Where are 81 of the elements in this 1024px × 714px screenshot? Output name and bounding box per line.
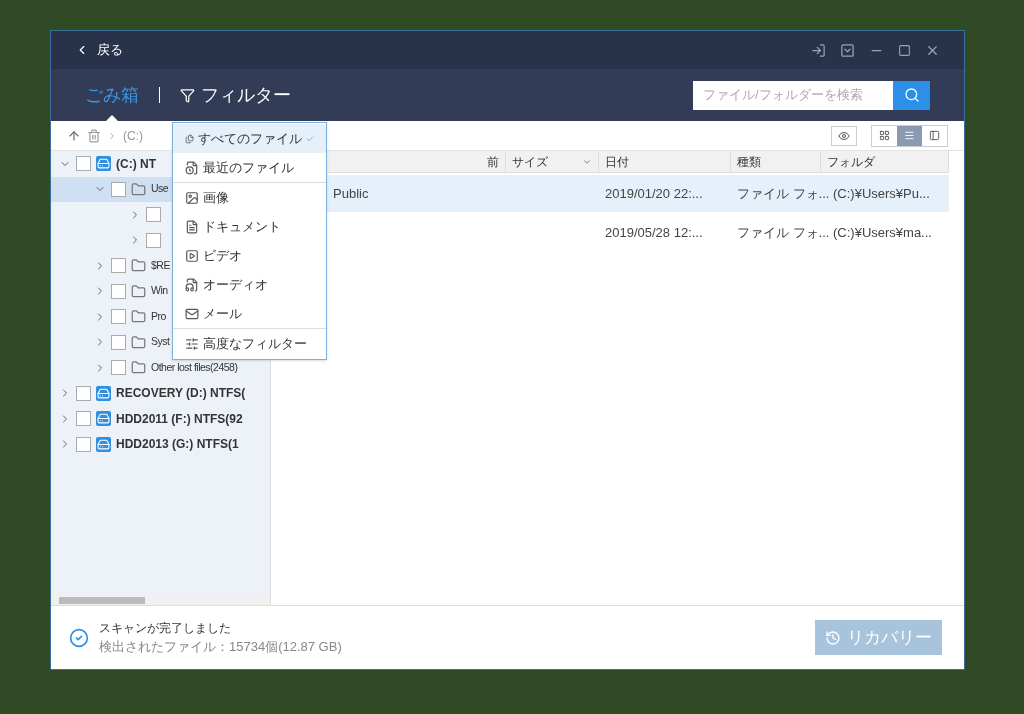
- checkbox[interactable]: [111, 181, 126, 197]
- status-title: スキャンが完了しました: [99, 619, 232, 637]
- status-detail: 検出されたファイル：15734個(12.87 GB): [99, 637, 342, 656]
- drive-label: HDD2011 (F:) NTFS(92: [116, 410, 243, 428]
- table-cell: Public: [333, 185, 369, 201]
- menu-item-icon: [185, 190, 199, 205]
- checkbox[interactable]: [146, 207, 161, 223]
- drive-icon: [96, 385, 111, 401]
- folder-label: Pro: [151, 308, 166, 324]
- menu-item[interactable]: 高度なフィルター: [173, 329, 326, 358]
- table-cell: ファイル フォ...: [737, 185, 830, 201]
- drive-label: HDD2013 (G:) NTFS(1: [116, 436, 239, 454]
- column-header[interactable]: サイズ: [506, 151, 599, 172]
- table-cell: (C:)¥Users¥ma...: [833, 224, 932, 240]
- checkbox[interactable]: [111, 283, 126, 299]
- menu-item[interactable]: メール: [173, 299, 326, 328]
- view-icon: [879, 130, 890, 141]
- folder-label: Other lost files(2458): [151, 359, 238, 375]
- history-icon: [825, 629, 841, 646]
- search-field[interactable]: ファイル/フォルダーを検索: [693, 80, 893, 110]
- menu-item-icon: [185, 306, 199, 321]
- menu-item[interactable]: すべてのファイル: [173, 124, 326, 153]
- folder-icon: [131, 181, 146, 197]
- sign-in-icon[interactable]: [811, 42, 826, 58]
- search-button[interactable]: [893, 80, 930, 110]
- column-header[interactable]: 日付: [599, 151, 731, 172]
- menu-item-icon: [185, 277, 199, 292]
- filter-icon: [180, 87, 195, 103]
- folder-icon: [131, 360, 146, 376]
- checkbox[interactable]: [111, 360, 126, 376]
- checkbox[interactable]: [76, 156, 91, 172]
- menu-item[interactable]: ビデオ: [173, 241, 326, 270]
- folder-icon: [131, 334, 146, 350]
- drive-icon: [96, 411, 111, 427]
- menu-item[interactable]: オーディオ: [173, 270, 326, 299]
- checkbox[interactable]: [76, 436, 91, 452]
- checkbox[interactable]: [146, 232, 161, 248]
- trash-icon[interactable]: [87, 128, 101, 143]
- tab[interactable]: フィルター: [180, 69, 291, 121]
- drive-label: (C:) NT: [116, 155, 156, 173]
- folder-label: Syst: [151, 334, 170, 350]
- menu-item-icon: [185, 248, 199, 263]
- table-cell: ファイル フォ...: [737, 224, 830, 240]
- checkbox[interactable]: [111, 309, 126, 325]
- table-cell: (C:)¥Users¥Pu...: [833, 185, 930, 201]
- checkbox[interactable]: [111, 334, 126, 350]
- menu-item[interactable]: ドキュメント: [173, 212, 326, 241]
- drive-icon: [96, 156, 111, 172]
- search-icon: [903, 87, 920, 103]
- check-circle-icon: [69, 627, 89, 648]
- eye-icon: [838, 129, 850, 142]
- notch-icon: [106, 115, 118, 121]
- menu-item-icon: [185, 219, 199, 234]
- view-icon: [929, 130, 940, 141]
- preview-button[interactable]: [831, 125, 857, 146]
- menu-item-icon: [185, 336, 199, 351]
- table-cell: 2019/01/20 22:...: [605, 185, 703, 201]
- drive-icon: [96, 436, 111, 452]
- chevron-icon: [107, 130, 117, 141]
- folder-icon: [131, 309, 146, 325]
- folder-label: $RE: [151, 257, 170, 273]
- folder-icon: [131, 283, 146, 299]
- maximize-icon[interactable]: [898, 43, 911, 57]
- folder-icon: [131, 258, 146, 274]
- dropdown-icon[interactable]: [840, 42, 855, 58]
- back-button[interactable]: 戻る: [75, 40, 123, 60]
- up-arrow-icon[interactable]: [67, 128, 81, 143]
- drive-label: RECOVERY (D:) NTFS(: [116, 385, 246, 403]
- folder-label: Win: [151, 283, 168, 299]
- menu-item-icon: [185, 160, 199, 175]
- folder-label: Use: [151, 181, 169, 197]
- checkbox[interactable]: [111, 258, 126, 274]
- view-icon: [904, 130, 915, 141]
- column-header[interactable]: 種類: [731, 151, 821, 172]
- checkbox[interactable]: [76, 385, 91, 401]
- column-header[interactable]: フォルダ: [821, 151, 949, 172]
- table-cell: 2019/05/28 12:...: [605, 224, 703, 240]
- scrollbar[interactable]: [51, 595, 270, 605]
- view-button[interactable]: [897, 125, 922, 146]
- tab[interactable]: ごみ箱: [85, 69, 139, 121]
- checkbox[interactable]: [76, 411, 91, 427]
